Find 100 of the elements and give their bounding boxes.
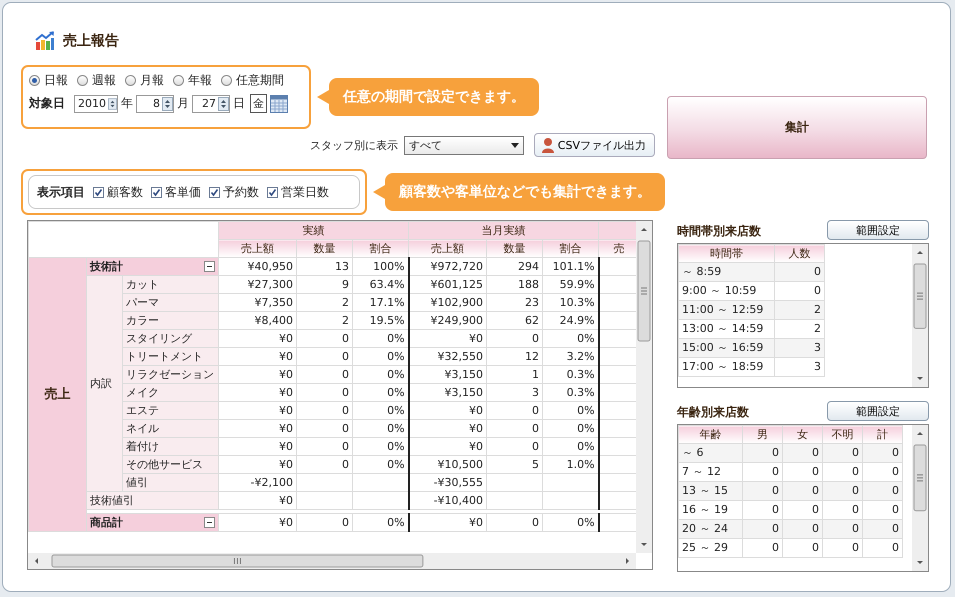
column-header: 計	[862, 426, 902, 444]
row-label: 内訳	[86, 276, 122, 492]
column-header: 数量	[486, 240, 543, 258]
table-cell: ¥7,350	[218, 294, 297, 312]
table-cell: 0	[296, 366, 353, 384]
table-cell: 0	[862, 482, 902, 500]
period-radio[interactable]: 年報	[173, 72, 212, 89]
table-cell: ¥0	[218, 366, 297, 384]
page-title: 売上報告	[63, 32, 119, 50]
display-checkbox[interactable]: 顧客数	[93, 184, 143, 200]
table-cell: 0	[486, 402, 543, 420]
column-group-header: 当月実績	[408, 222, 599, 240]
table-cell: 0	[782, 482, 822, 500]
table-cell: 23	[486, 294, 543, 312]
table-cell: 0	[486, 514, 543, 532]
table-cell: -¥2,100	[218, 474, 297, 492]
table-cell: ¥0	[218, 330, 297, 348]
spinner-icon[interactable]	[162, 96, 173, 110]
range-settings-button[interactable]: 範囲設定	[827, 401, 929, 421]
period-radio[interactable]: 日報	[29, 72, 68, 89]
row-label: 技術値引	[86, 492, 219, 510]
column-header: 不明	[822, 426, 862, 444]
month-field[interactable]: 8	[136, 94, 174, 112]
column-header: 割合	[542, 240, 599, 258]
section-title: 時間帯別来店数	[677, 223, 761, 240]
period-radio[interactable]: 月報	[125, 72, 164, 89]
table-cell: 0%	[352, 366, 409, 384]
column-header: 男	[742, 426, 782, 444]
table-cell: 0	[486, 330, 543, 348]
table-cell: 0%	[542, 438, 599, 456]
vertical-scrollbar[interactable]	[636, 221, 652, 553]
unit-label: 日	[233, 95, 245, 112]
table-cell: 0	[822, 538, 862, 558]
table-cell: ～ 6	[678, 444, 742, 462]
table-cell: ¥0	[408, 330, 487, 348]
table-cell: ¥0	[218, 402, 297, 420]
check-icon	[152, 188, 161, 196]
table-cell: 11:00 ～ 12:59	[678, 300, 774, 320]
table-cell: 0	[774, 262, 824, 282]
column-header: 人数	[774, 244, 824, 262]
collapse-icon[interactable]	[204, 517, 216, 528]
table-cell: 15:00 ～ 16:59	[678, 338, 774, 358]
callout: 任意の期間で設定できます。	[317, 78, 539, 116]
calendar-icon[interactable]	[270, 94, 288, 112]
table-cell: ¥0	[218, 384, 297, 402]
collapse-icon[interactable]	[204, 261, 216, 272]
table-cell: ¥3,150	[408, 384, 487, 402]
display-checkbox[interactable]: 予約数	[209, 184, 259, 200]
field-label: 対象日	[29, 95, 65, 112]
table-cell: 0	[296, 420, 353, 438]
dropdown-arrow-icon	[510, 142, 519, 148]
aggregate-button[interactable]: 集計	[667, 96, 927, 159]
row-label: 値引	[122, 474, 219, 492]
table-cell: 0%	[542, 330, 599, 348]
table-cell: 12	[486, 348, 543, 366]
staff-select[interactable]: すべて	[404, 136, 524, 154]
check-icon	[268, 188, 277, 196]
options-label: 表示項目	[37, 184, 85, 200]
table-cell: ¥10,500	[408, 456, 487, 474]
table-cell: 0	[782, 538, 822, 558]
table-cell: 13 ～ 15	[678, 482, 742, 500]
table-cell: 3	[774, 358, 824, 376]
table-cell: 0	[486, 420, 543, 438]
table-cell: 63.4%	[352, 276, 409, 294]
display-checkbox[interactable]: 営業日数	[267, 184, 329, 200]
unit-label: 月	[177, 95, 189, 112]
table-cell: 1	[486, 366, 543, 384]
day-field[interactable]: 27	[192, 94, 230, 112]
table-cell: 25 ～ 29	[678, 538, 742, 558]
table-cell: 0	[782, 520, 822, 538]
chart-icon	[35, 31, 55, 51]
vertical-scrollbar[interactable]	[912, 244, 928, 387]
person-icon	[540, 137, 555, 153]
table-cell: 10.3%	[542, 294, 599, 312]
row-label: パーマ	[122, 294, 219, 312]
spinner-icon[interactable]	[108, 96, 117, 110]
row-label: 技術計	[90, 258, 123, 274]
table-cell: 0	[296, 402, 353, 420]
spinner-icon[interactable]	[218, 96, 229, 110]
section-title: 年齢別来店数	[677, 404, 749, 421]
column-header: 割合	[352, 240, 409, 258]
column-header: 売上額	[408, 240, 487, 258]
table-cell: 188	[486, 276, 543, 294]
table-cell: 0%	[542, 420, 599, 438]
range-settings-button[interactable]: 範囲設定	[827, 220, 929, 240]
period-radio[interactable]: 任意期間	[221, 72, 284, 89]
column-header: 数量	[296, 240, 353, 258]
horizontal-scrollbar[interactable]	[28, 553, 636, 569]
table-cell: 0	[742, 444, 782, 462]
csv-export-button[interactable]: CSVファイル出力	[534, 133, 655, 157]
display-checkbox[interactable]: 客単価	[151, 184, 201, 200]
table-cell: -¥30,555	[408, 474, 487, 492]
vertical-scrollbar[interactable]	[912, 425, 928, 571]
callout: 顧客数や客単位などでも集計できます。	[373, 173, 665, 211]
row-label: リラクゼーション	[122, 366, 219, 384]
table-cell: 0%	[352, 348, 409, 366]
weekday-label: 金	[250, 94, 267, 113]
row-label: トリートメント	[122, 348, 219, 366]
year-field[interactable]: 2010	[74, 94, 118, 112]
period-radio[interactable]: 週報	[77, 72, 116, 89]
